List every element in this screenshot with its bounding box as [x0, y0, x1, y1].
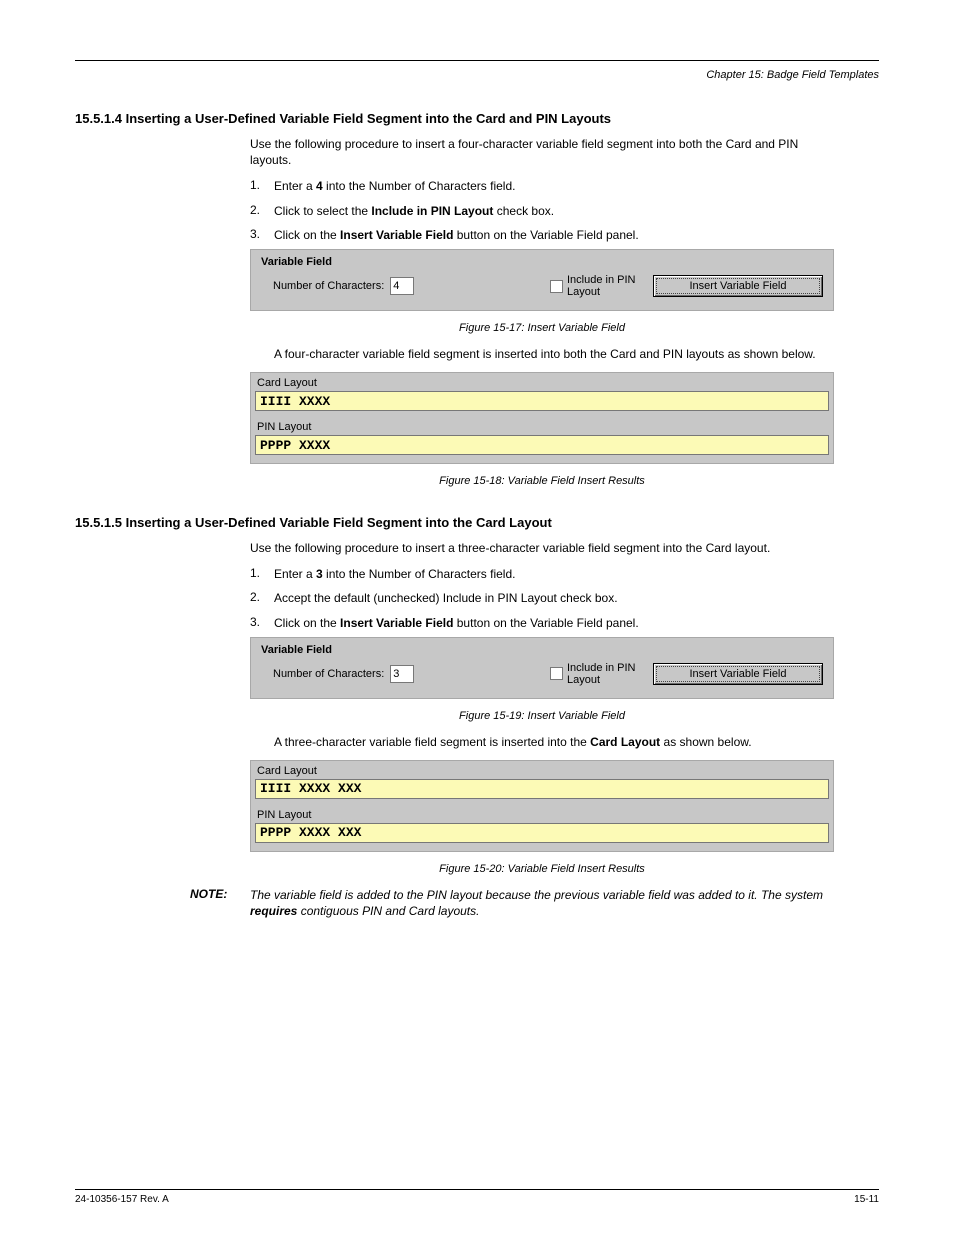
layouts-panel-1: Card Layout IIII XXXX PIN Layout PPPP XX…	[250, 372, 834, 464]
step-2-num: 2.	[250, 203, 274, 219]
panel2-num-input[interactable]	[390, 665, 414, 683]
step2-3-num: 3.	[250, 615, 274, 631]
step-2-c: check box.	[493, 204, 554, 218]
footer-page: 15-11	[854, 1194, 879, 1205]
step2-1-b: 3	[316, 567, 323, 581]
step-1-c: into the Number of Characters field.	[323, 179, 516, 193]
note-row: NOTE: The variable field is added to the…	[250, 887, 834, 919]
variable-field-panel-2: Variable Field Number of Characters: Inc…	[250, 637, 834, 699]
step-1: 1. Enter a 4 into the Number of Characte…	[250, 178, 834, 194]
card-layout-value-1: IIII XXXX	[255, 391, 829, 411]
intro-paragraph: Use the following procedure to insert a …	[250, 136, 834, 168]
card-layout-label-2: Card Layout	[257, 765, 829, 777]
panel1-num-label: Number of Characters:	[273, 280, 384, 292]
step-2: 2. Click to select the Include in PIN La…	[250, 203, 834, 219]
panel2-insert-button[interactable]: Insert Variable Field	[653, 663, 823, 685]
figure-caption-18: Figure 15-18: Variable Field Insert Resu…	[250, 474, 834, 489]
result-text-1: A four-character variable field segment …	[274, 346, 834, 362]
step-3: 3. Click on the Insert Variable Field bu…	[250, 227, 834, 243]
step2-3-a: Click on the	[274, 616, 340, 630]
panel2-include-checkbox[interactable]	[550, 667, 563, 680]
figure-caption-20: Figure 15-20: Variable Field Insert Resu…	[250, 862, 834, 877]
panel1-check-label: Include in PIN Layout	[567, 274, 637, 298]
pin-layout-value-1: PPPP XXXX	[255, 435, 829, 455]
step2-1-a: Enter a	[274, 567, 316, 581]
section-heading-1: 15.5.1.4 Inserting a User-Defined Variab…	[75, 111, 879, 126]
panel1-include-checkbox[interactable]	[550, 280, 563, 293]
step2-3: 3. Click on the Insert Variable Field bu…	[250, 615, 834, 631]
pin-layout-value-2: PPPP XXXX XXX	[255, 823, 829, 843]
step-3-num: 3.	[250, 227, 274, 243]
step-3-b: Insert Variable Field	[340, 228, 453, 242]
page-footer: 24-10356-157 Rev. A 15-11	[75, 1189, 879, 1205]
bottom-rule	[75, 1189, 879, 1190]
second-paragraph: Use the following procedure to insert a …	[250, 540, 834, 556]
variable-field-panel-1: Variable Field Number of Characters: Inc…	[250, 249, 834, 311]
figure-caption-17: Figure 15-17: Insert Variable Field	[250, 321, 834, 336]
step-1-num: 1.	[250, 178, 274, 194]
step-2-b: Include in PIN Layout	[371, 204, 493, 218]
note-b: requires	[250, 904, 297, 918]
footer-date: 24-10356-157 Rev. A	[75, 1194, 169, 1205]
panel1-title: Variable Field	[261, 256, 823, 268]
step-1-b: 4	[316, 179, 323, 193]
step2-1-num: 1.	[250, 566, 274, 582]
card-layout-label-1: Card Layout	[257, 377, 829, 389]
pin-layout-label-2: PIN Layout	[257, 809, 829, 821]
panel1-insert-button[interactable]: Insert Variable Field	[653, 275, 823, 297]
step2-3-b: Insert Variable Field	[340, 616, 453, 630]
result2-a: A three-character variable field segment…	[274, 735, 590, 749]
step2-1: 1. Enter a 3 into the Number of Characte…	[250, 566, 834, 582]
header-chapter: Chapter 15: Badge Field Templates	[75, 69, 879, 81]
card-layout-value-2: IIII XXXX XXX	[255, 779, 829, 799]
step-3-a: Click on the	[274, 228, 340, 242]
step2-2-text: Accept the default (unchecked) Include i…	[274, 590, 618, 606]
panel2-num-label: Number of Characters:	[273, 668, 384, 680]
panel2-title: Variable Field	[261, 644, 823, 656]
step-3-c: button on the Variable Field panel.	[453, 228, 638, 242]
step-1-a: Enter a	[274, 179, 316, 193]
note-label: NOTE:	[190, 887, 227, 901]
step2-2: 2. Accept the default (unchecked) Includ…	[250, 590, 834, 606]
panel1-num-input[interactable]	[390, 277, 414, 295]
layouts-panel-2: Card Layout IIII XXXX XXX PIN Layout PPP…	[250, 760, 834, 852]
result2-c: as shown below.	[660, 735, 751, 749]
note-c: contiguous PIN and Card layouts.	[297, 904, 479, 918]
step2-3-c: button on the Variable Field panel.	[453, 616, 638, 630]
panel2-check-label: Include in PIN Layout	[567, 662, 637, 686]
top-rule	[75, 60, 879, 61]
step2-1-c: into the Number of Characters field.	[323, 567, 516, 581]
step-2-a: Click to select the	[274, 204, 371, 218]
result2-b: Card Layout	[590, 735, 660, 749]
pin-layout-label-1: PIN Layout	[257, 421, 829, 433]
step2-2-num: 2.	[250, 590, 274, 606]
figure-caption-19: Figure 15-19: Insert Variable Field	[250, 709, 834, 724]
note-a: The variable field is added to the PIN l…	[250, 888, 823, 902]
section-heading-2: 15.5.1.5 Inserting a User-Defined Variab…	[75, 515, 879, 530]
